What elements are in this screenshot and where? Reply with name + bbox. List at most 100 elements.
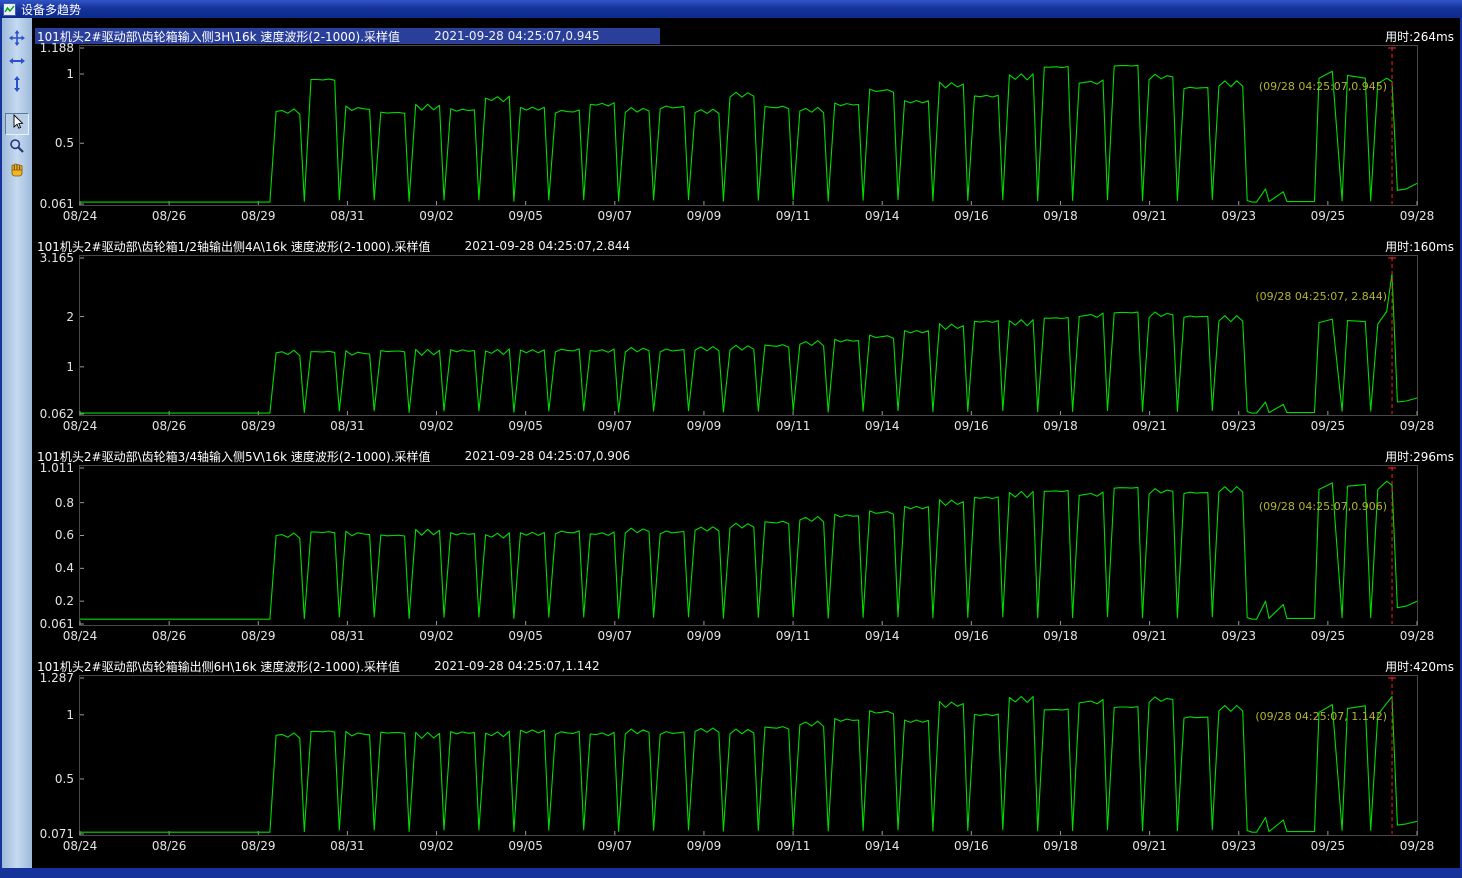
x-tick-label: 09/16 [954, 419, 989, 433]
x-tick-label: 09/21 [1132, 209, 1167, 223]
y-axis: 1.28710.50.071 [34, 675, 79, 836]
x-tick-label: 09/11 [776, 839, 811, 853]
x-tick-label: 08/29 [241, 629, 276, 643]
x-tick-label: 08/31 [330, 629, 365, 643]
x-tick-label: 09/28 [1400, 839, 1435, 853]
zoom-tool-button[interactable] [6, 138, 28, 158]
hand-tool-button[interactable] [6, 161, 28, 181]
x-tick-label: 09/02 [419, 209, 454, 223]
vertical-pan-tool-button[interactable] [6, 76, 28, 96]
window-title: 设备多趋势 [21, 1, 81, 18]
chart-title: 101机头2#驱动部\齿轮箱3/4轴输入侧5V\16k 速度波形(2-1000)… [37, 448, 431, 465]
trend-line-plot [79, 45, 1418, 206]
cursor-arrow-icon [9, 114, 25, 134]
window-titlebar[interactable]: 设备多趋势 [0, 0, 1462, 18]
chart-stack: 101机头2#驱动部\齿轮箱输入侧3H\16k 速度波形(2-1000).采样值… [32, 18, 1460, 868]
plot-area[interactable]: (09/28 04:25:07,0.906) [79, 465, 1418, 626]
x-tick-label: 08/24 [63, 839, 98, 853]
chart-timestamp: 2021-09-28 04:25:07,1.142 [434, 659, 600, 673]
main-area: 101机头2#驱动部\齿轮箱输入侧3H\16k 速度波形(2-1000).采样值… [0, 18, 1462, 868]
chart-title: 101机头2#驱动部\齿轮箱输入侧3H\16k 速度波形(2-1000).采样值 [37, 28, 400, 45]
y-tick-label: 1 [66, 67, 74, 81]
chart-header-3: 101机头2#驱动部\齿轮箱3/4轴输入侧5V\16k 速度波形(2-1000)… [35, 448, 1454, 464]
x-tick-label: 09/11 [776, 419, 811, 433]
chart-header-1: 101机头2#驱动部\齿轮箱输入侧3H\16k 速度波形(2-1000).采样值… [35, 28, 1454, 44]
x-tick-label: 09/23 [1221, 629, 1256, 643]
x-tick-label: 09/23 [1221, 209, 1256, 223]
plot-area[interactable]: (09/28 04:25:07,0.945) [79, 45, 1418, 206]
chart-timestamp: 2021-09-28 04:25:07,2.844 [465, 239, 631, 253]
chart-title-bar-2[interactable]: 101机头2#驱动部\齿轮箱1/2轴输出侧4A\16k 速度波形(2-1000)… [35, 238, 690, 254]
tool-palette [2, 18, 32, 868]
y-tick-label: 1 [66, 360, 74, 374]
pointer-tool-button[interactable] [5, 113, 29, 135]
plot-area[interactable]: (09/28 04:25:07, 1.142) [79, 675, 1418, 836]
y-tick-label: 1 [66, 708, 74, 722]
trend-line-plot [79, 675, 1418, 836]
y-tick-label: 0.5 [55, 772, 74, 786]
trend-line-plot [79, 465, 1418, 626]
y-axis: 1.0110.80.60.40.20.061 [34, 465, 79, 626]
chart-title-bar-4[interactable]: 101机头2#驱动部\齿轮箱输出侧6H\16k 速度波形(2-1000).采样值… [35, 658, 660, 674]
cursor-annotation: (09/28 04:25:07, 1.142) [1255, 710, 1387, 723]
chart-title: 101机头2#驱动部\齿轮箱输出侧6H\16k 速度波形(2-1000).采样值 [37, 658, 400, 675]
x-tick-label: 09/23 [1221, 419, 1256, 433]
horizontal-pan-tool-button[interactable] [6, 53, 28, 73]
y-tick-label: 1.011 [40, 461, 74, 475]
chart-elapsed-time: 用时:264ms [1385, 28, 1454, 45]
x-tick-label: 09/18 [1043, 419, 1078, 433]
y-tick-label: 0.4 [55, 561, 74, 575]
move-tool-button[interactable] [6, 30, 28, 50]
y-tick-label: 0.6 [55, 528, 74, 542]
x-tick-label: 09/07 [598, 209, 633, 223]
x-tick-label: 08/31 [330, 839, 365, 853]
x-tick-label: 09/11 [776, 629, 811, 643]
x-tick-label: 09/18 [1043, 629, 1078, 643]
x-tick-label: 08/26 [152, 839, 187, 853]
x-tick-label: 09/25 [1311, 209, 1346, 223]
chart-timestamp: 2021-09-28 04:25:07,0.945 [434, 29, 600, 43]
x-tick-label: 08/31 [330, 209, 365, 223]
x-tick-label: 09/25 [1311, 839, 1346, 853]
chart-title-bar-1[interactable]: 101机头2#驱动部\齿轮箱输入侧3H\16k 速度波形(2-1000).采样值… [35, 28, 660, 44]
x-tick-label: 09/09 [687, 419, 722, 433]
x-tick-label: 09/07 [598, 839, 633, 853]
chart-title-bar-3[interactable]: 101机头2#驱动部\齿轮箱3/4轴输入侧5V\16k 速度波形(2-1000)… [35, 448, 690, 464]
x-tick-label: 09/05 [508, 629, 543, 643]
x-tick-label: 09/07 [598, 629, 633, 643]
y-tick-label: 3.165 [40, 251, 74, 265]
y-tick-label: 1.287 [40, 671, 74, 685]
chart-panel-4: 101机头2#驱动部\齿轮箱输出侧6H\16k 速度波形(2-1000).采样值… [34, 658, 1460, 868]
window-bottom-border [0, 868, 1462, 878]
x-tick-label: 09/09 [687, 629, 722, 643]
hand-icon [9, 161, 25, 181]
chart-panel-2: 101机头2#驱动部\齿轮箱1/2轴输出侧4A\16k 速度波形(2-1000)… [34, 238, 1460, 448]
y-tick-label: 0.2 [55, 594, 74, 608]
x-tick-label: 09/21 [1132, 629, 1167, 643]
x-tick-label: 09/23 [1221, 839, 1256, 853]
x-tick-label: 08/29 [241, 839, 276, 853]
x-tick-label: 08/24 [63, 419, 98, 433]
x-tick-label: 09/11 [776, 209, 811, 223]
chart-title: 101机头2#驱动部\齿轮箱1/2轴输出侧4A\16k 速度波形(2-1000)… [37, 238, 431, 255]
x-tick-label: 08/29 [241, 209, 276, 223]
x-tick-label: 08/29 [241, 419, 276, 433]
app-icon [3, 3, 16, 16]
magnifier-icon [9, 138, 25, 158]
cursor-annotation: (09/28 04:25:07,0.906) [1259, 500, 1387, 513]
x-tick-label: 09/14 [865, 419, 900, 433]
x-tick-label: 09/14 [865, 209, 900, 223]
x-axis: 08/2408/2608/2908/3109/0209/0509/0709/09… [79, 417, 1418, 435]
four-way-arrows-icon [9, 30, 25, 50]
x-tick-label: 08/26 [152, 629, 187, 643]
up-down-arrows-icon [9, 76, 25, 96]
x-axis: 08/2408/2608/2908/3109/0209/0509/0709/09… [79, 207, 1418, 225]
chart-timestamp: 2021-09-28 04:25:07,0.906 [465, 449, 631, 463]
chart-elapsed-time: 用时:420ms [1385, 658, 1454, 675]
x-tick-label: 09/05 [508, 839, 543, 853]
cursor-annotation: (09/28 04:25:07,0.945) [1259, 80, 1387, 93]
chart-elapsed-time: 用时:160ms [1385, 238, 1454, 255]
x-tick-label: 08/26 [152, 419, 187, 433]
plot-area[interactable]: (09/28 04:25:07, 2.844) [79, 255, 1418, 416]
x-tick-label: 09/16 [954, 209, 989, 223]
